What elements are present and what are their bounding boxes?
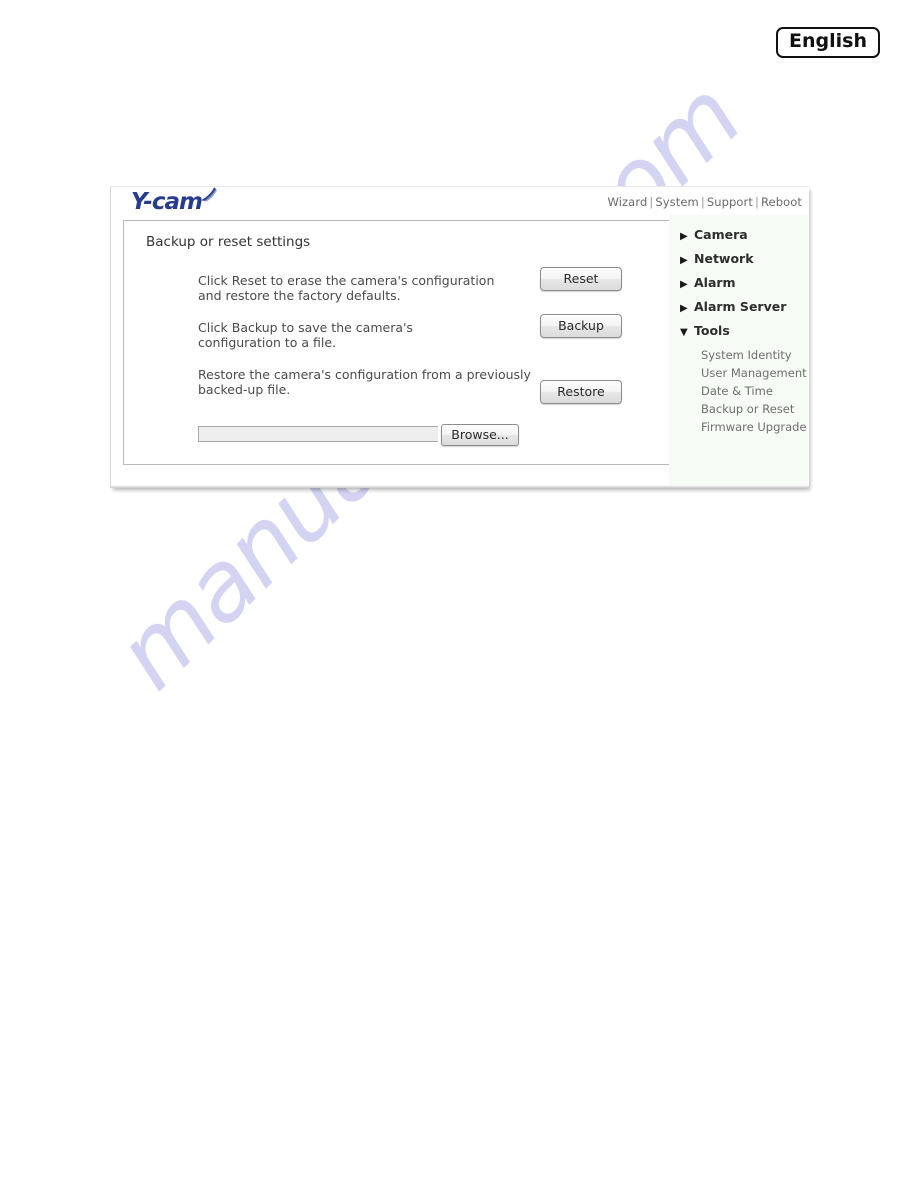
restore-button[interactable]: Restore	[540, 380, 622, 404]
nav-separator: |	[700, 195, 705, 209]
sidebar-subitem-system-identity[interactable]: System Identity	[701, 348, 792, 362]
row-reset-action: Reset	[540, 267, 622, 291]
language-badge[interactable]: English	[776, 27, 880, 58]
browse-button[interactable]: Browse...	[441, 424, 519, 446]
sidebar-item-label: Alarm Server	[694, 299, 787, 314]
sidebar-item-network[interactable]: ▶ Network	[680, 251, 754, 266]
sidebar-item-label: Tools	[694, 323, 730, 338]
watermark: manualshive.com	[0, 0, 918, 1188]
sidebar-item-alarm-server[interactable]: ▶ Alarm Server	[680, 299, 786, 314]
backup-button[interactable]: Backup	[540, 314, 622, 338]
camera-admin-panel: Y-cam Wizard | System | Support | Reboot Backu…	[110, 186, 809, 488]
reset-button[interactable]: Reset	[540, 267, 622, 291]
collapsed-arrow-icon: ▶	[680, 231, 688, 242]
collapsed-arrow-icon: ▶	[680, 255, 688, 266]
sidebar-item-camera[interactable]: ▶ Camera	[680, 227, 748, 242]
language-badge-label: English	[789, 30, 867, 52]
sidebar-item-label: Camera	[694, 227, 748, 242]
wifi-signal-icon	[202, 187, 217, 202]
restore-file-input[interactable]	[198, 426, 438, 442]
sidebar-nav: ▶ Camera ▶ Network ▶ Alarm ▶ Alarm Server ▼ T…	[669, 215, 808, 485]
sidebar-subitem-backup-or-reset[interactable]: Backup or Reset	[701, 402, 794, 416]
nav-separator: |	[754, 195, 759, 209]
sidebar-item-label: Network	[694, 251, 754, 266]
nav-link-support[interactable]: Support	[707, 195, 753, 209]
nav-link-wizard[interactable]: Wizard	[608, 195, 648, 209]
restore-file-row: Browse...	[198, 424, 528, 446]
row-backup-action: Backup	[540, 314, 622, 338]
sidebar-item-label: Alarm	[694, 275, 736, 290]
ycam-logo-text: Y-cam	[131, 189, 203, 215]
nav-link-reboot[interactable]: Reboot	[761, 195, 802, 209]
content-box: Backup or reset settings Click Reset to …	[123, 220, 670, 465]
collapsed-arrow-icon: ▶	[680, 303, 688, 314]
panel-header: Y-cam Wizard | System | Support | Reboot	[111, 187, 809, 215]
row-backup-description: Click Backup to save the camera's config…	[198, 320, 413, 350]
page-title: Backup or reset settings	[146, 234, 311, 250]
sidebar-item-alarm[interactable]: ▶ Alarm	[680, 275, 736, 290]
row-reset-description: Click Reset to erase the camera's config…	[198, 273, 495, 303]
row-restore-description: Restore the camera's configuration from …	[198, 367, 531, 397]
ycam-logo: Y-cam	[131, 189, 203, 215]
nav-link-system[interactable]: System	[655, 195, 698, 209]
expanded-arrow-icon: ▼	[680, 327, 688, 338]
sidebar-item-tools[interactable]: ▼ Tools	[680, 323, 730, 338]
top-nav: Wizard | System | Support | Reboot	[608, 195, 802, 209]
sidebar-subitem-firmware-upgrade[interactable]: Firmware Upgrade	[701, 420, 807, 434]
sidebar-subitem-user-management[interactable]: User Management	[701, 366, 807, 380]
collapsed-arrow-icon: ▶	[680, 279, 688, 290]
row-restore-action: Restore	[540, 380, 622, 404]
sidebar-subitem-date-time[interactable]: Date & Time	[701, 384, 773, 398]
